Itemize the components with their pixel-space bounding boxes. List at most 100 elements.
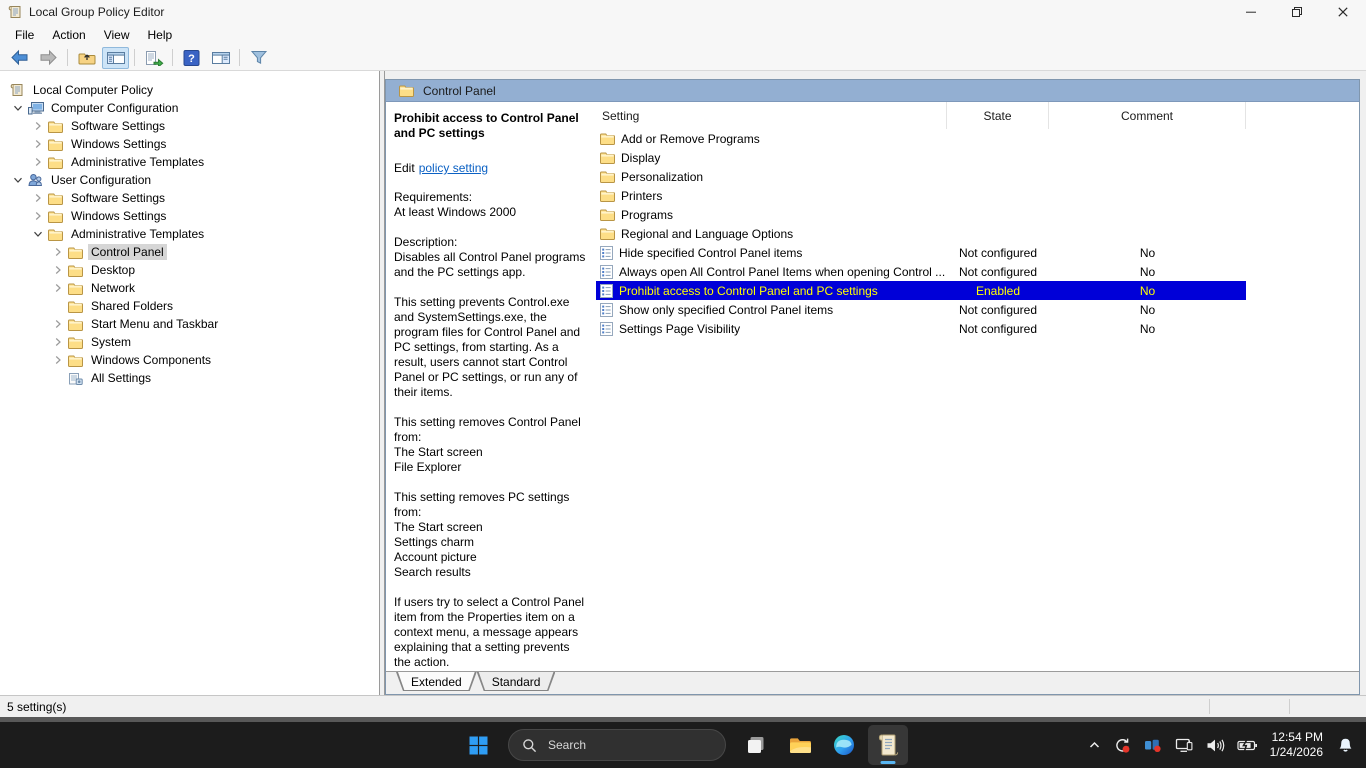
tree-item-label: User Configuration: [48, 172, 154, 188]
column-header-comment[interactable]: Comment: [1049, 102, 1246, 129]
chevron-right-icon[interactable]: [28, 157, 48, 167]
description-line: Description:: [394, 235, 588, 250]
table-row-hide-specified-control-panel-items[interactable]: Hide specified Control Panel itemsNot co…: [596, 243, 1246, 262]
table-row-prohibit-access-to-control-panel-and-pc-settings[interactable]: Prohibit access to Control Panel and PC …: [596, 281, 1246, 300]
toolbar: ?: [0, 45, 1366, 71]
state-cell: Not configured: [947, 246, 1049, 260]
network-display-icon[interactable]: [1169, 725, 1200, 765]
clock[interactable]: 12:54 PM1/24/2026: [1270, 730, 1323, 760]
description-block: Description:Disables all Control Panel p…: [394, 235, 588, 670]
table-row-always-open-all-control-panel-items-when-opening-control[interactable]: Always open All Control Panel Items when…: [596, 262, 1246, 281]
tree-item-software-settings[interactable]: Software Settings: [0, 117, 379, 135]
system-tray: 12:54 PM1/24/2026: [1082, 722, 1360, 768]
edit-policy-setting-link[interactable]: policy setting: [419, 161, 488, 175]
tree-item-all-settings[interactable]: All Settings: [0, 369, 379, 387]
svg-text:?: ?: [188, 53, 195, 65]
column-header-filler: [1246, 102, 1359, 129]
state-cell: Not configured: [947, 322, 1049, 336]
help-icon[interactable]: ?: [178, 47, 205, 69]
tree-item-software-settings[interactable]: Software Settings: [0, 189, 379, 207]
tree-item-shared-folders[interactable]: Shared Folders: [0, 297, 379, 315]
menu-bar: FileActionViewHelp: [0, 24, 1366, 45]
table-row-display[interactable]: Display: [596, 148, 1246, 167]
table-row-regional-and-language-options[interactable]: Regional and Language Options: [596, 224, 1246, 243]
export-list-icon[interactable]: [140, 47, 167, 69]
sync-icon[interactable]: [1107, 725, 1138, 765]
tree-item-desktop[interactable]: Desktop: [0, 261, 379, 279]
tree-item-administrative-templates[interactable]: Administrative Templates: [0, 225, 379, 243]
action-pane-icon[interactable]: [207, 47, 234, 69]
tree-item-user-configuration[interactable]: User Configuration: [0, 171, 379, 189]
chevron-right-icon[interactable]: [28, 193, 48, 203]
taskbar-app-file-explorer[interactable]: [780, 725, 820, 765]
menu-view[interactable]: View: [95, 26, 139, 44]
tree-item-label: Windows Settings: [68, 208, 169, 224]
folder-icon: [68, 246, 88, 259]
chevron-right-icon[interactable]: [48, 283, 68, 293]
tab-standard[interactable]: Standard: [477, 672, 556, 691]
menu-action[interactable]: Action: [43, 26, 94, 44]
table-row-show-only-specified-control-panel-items[interactable]: Show only specified Control Panel itemsN…: [596, 300, 1246, 319]
devices-icon[interactable]: [1138, 725, 1169, 765]
restore-button[interactable]: [1274, 0, 1320, 24]
console-tree-icon[interactable]: [102, 47, 129, 69]
tree-item-control-panel[interactable]: Control Panel: [0, 243, 379, 261]
table-row-programs[interactable]: Programs: [596, 205, 1246, 224]
chevron-down-icon[interactable]: [8, 175, 28, 185]
close-button[interactable]: [1320, 0, 1366, 24]
tree-item-system[interactable]: System: [0, 333, 379, 351]
volume-icon[interactable]: [1200, 725, 1231, 765]
tree-item-local-computer-policy[interactable]: Local Computer Policy: [0, 81, 379, 99]
minimize-button[interactable]: [1228, 0, 1274, 24]
chevron-up-icon[interactable]: [1082, 725, 1107, 765]
start-button[interactable]: [458, 725, 498, 765]
chevron-right-icon[interactable]: [28, 121, 48, 131]
chevron-right-icon[interactable]: [48, 355, 68, 365]
chevron-right-icon[interactable]: [28, 139, 48, 149]
title-bar: Local Group Policy Editor: [0, 0, 1366, 24]
notification-bell-icon[interactable]: [1331, 725, 1360, 765]
tab-extended[interactable]: Extended: [396, 672, 477, 691]
filter-icon[interactable]: [245, 47, 272, 69]
tree-item-administrative-templates[interactable]: Administrative Templates: [0, 153, 379, 171]
gpedit-scroll-icon: [8, 5, 22, 19]
taskbar-app-task-view[interactable]: [736, 725, 776, 765]
policy-icon: [600, 246, 613, 260]
chevron-right-icon[interactable]: [48, 247, 68, 257]
tree-item-computer-configuration[interactable]: Computer Configuration: [0, 99, 379, 117]
tree-item-network[interactable]: Network: [0, 279, 379, 297]
column-header-state[interactable]: State: [947, 102, 1049, 129]
tree-item-start-menu-and-taskbar[interactable]: Start Menu and Taskbar: [0, 315, 379, 333]
setting-cell: Programs: [596, 208, 947, 222]
menu-help[interactable]: Help: [139, 26, 182, 44]
tab-label: Extended: [411, 675, 462, 689]
table-row-settings-page-visibility[interactable]: Settings Page VisibilityNot configuredNo: [596, 319, 1246, 338]
setting-cell: Printers: [596, 189, 947, 203]
table-row-add-or-remove-programs[interactable]: Add or Remove Programs: [596, 129, 1246, 148]
forward-icon[interactable]: [35, 47, 62, 69]
chevron-down-icon[interactable]: [28, 229, 48, 239]
back-icon[interactable]: [6, 47, 33, 69]
chevron-down-icon[interactable]: [8, 103, 28, 113]
table-row-personalization[interactable]: Personalization: [596, 167, 1246, 186]
chevron-right-icon[interactable]: [28, 211, 48, 221]
taskbar-app-gpedit-scroll[interactable]: [868, 725, 908, 765]
column-header-setting[interactable]: Setting: [596, 102, 947, 129]
chevron-right-icon[interactable]: [48, 319, 68, 329]
windows-start-icon: [468, 735, 489, 756]
battery-icon[interactable]: [1231, 725, 1264, 765]
menu-file[interactable]: File: [6, 26, 43, 44]
search-input[interactable]: Search: [508, 729, 726, 761]
chevron-right-icon[interactable]: [48, 265, 68, 275]
policy-icon: [600, 265, 613, 279]
chevron-right-icon[interactable]: [48, 337, 68, 347]
table-row-printers[interactable]: Printers: [596, 186, 1246, 205]
taskbar-app-edge[interactable]: [824, 725, 864, 765]
setting-label: Regional and Language Options: [621, 227, 793, 241]
description-line: [394, 580, 588, 595]
folder-icon: [68, 336, 88, 349]
tree-item-windows-components[interactable]: Windows Components: [0, 351, 379, 369]
up-folder-icon[interactable]: [73, 47, 100, 69]
tree-item-windows-settings[interactable]: Windows Settings: [0, 135, 379, 153]
tree-item-windows-settings[interactable]: Windows Settings: [0, 207, 379, 225]
